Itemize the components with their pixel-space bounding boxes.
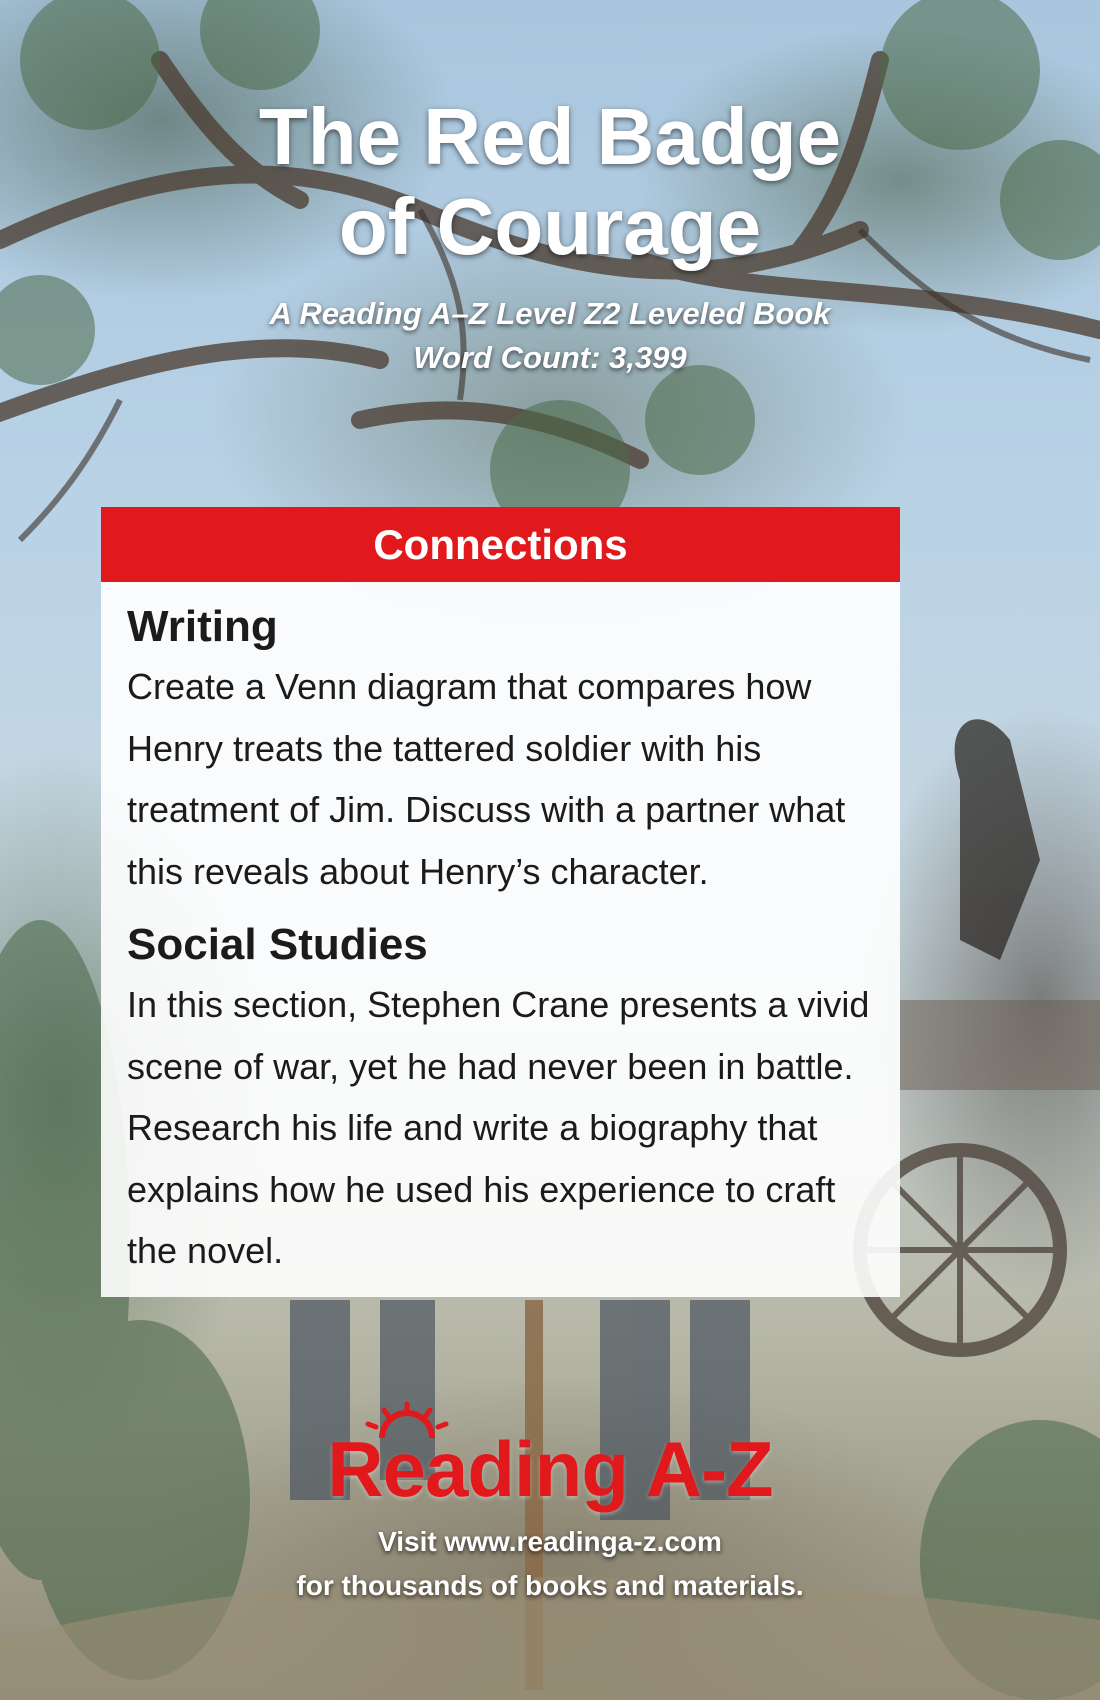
level-label: A Reading A–Z Level Z2 Leveled Book bbox=[269, 296, 831, 331]
writing-text: Create a Venn diagram that compares how … bbox=[127, 666, 846, 892]
book-title-line-2: of Courage bbox=[338, 182, 762, 271]
visit-materials-line: for thousands of books and materials. bbox=[296, 1570, 804, 1601]
reading-az-logo: Reading A-Z bbox=[300, 1400, 800, 1520]
social-studies-heading: Social Studies bbox=[127, 920, 428, 969]
visit-website-line: Visit www.readinga-z.com bbox=[378, 1526, 722, 1557]
writing-heading: Writing bbox=[127, 602, 278, 651]
book-subtitle: A Reading A–Z Level Z2 Leveled Book Word… bbox=[0, 292, 1100, 380]
social-studies-text: In this section, Stephen Crane presents … bbox=[127, 984, 870, 1271]
connections-header: Connections bbox=[101, 507, 900, 582]
visit-message: Visit www.readinga-z.com for thousands o… bbox=[0, 1520, 1100, 1608]
word-count: Word Count: 3,399 bbox=[413, 340, 687, 375]
logo-wordmark: Reading A-Z bbox=[327, 1425, 773, 1513]
book-title-line-1: The Red Badge bbox=[258, 92, 842, 181]
connections-body: Writing Create a Venn diagram that compa… bbox=[101, 582, 900, 1282]
connections-card: Connections Writing Create a Venn diagra… bbox=[101, 507, 900, 1297]
book-title: The Red Badge of Courage bbox=[0, 92, 1100, 272]
